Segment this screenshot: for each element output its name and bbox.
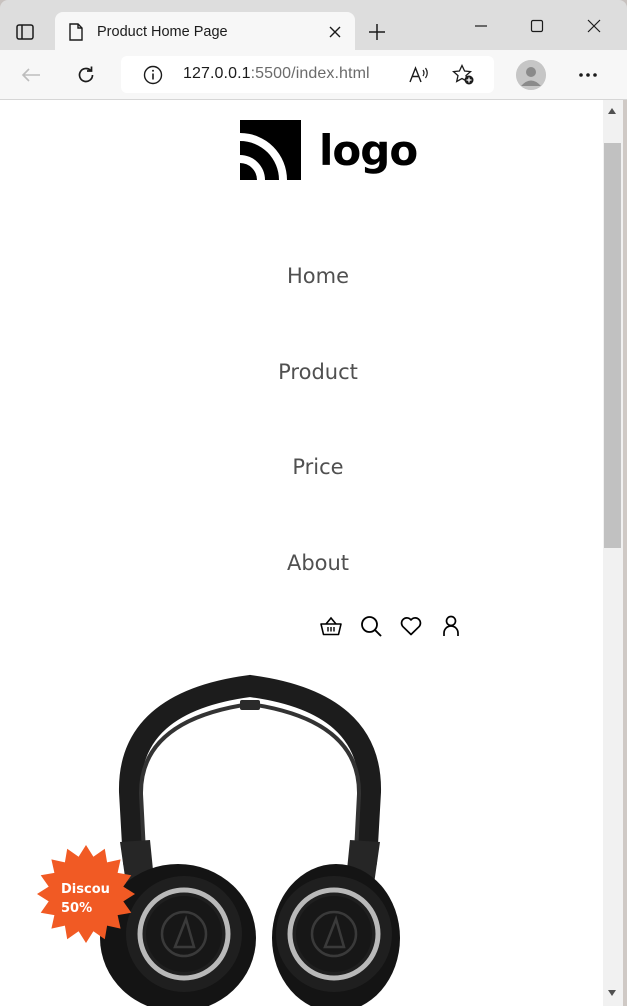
maximize-icon xyxy=(530,19,544,33)
page-scrollbar[interactable] xyxy=(603,100,623,1006)
info-icon xyxy=(143,65,163,85)
scroll-up-arrow[interactable] xyxy=(608,108,616,114)
close-window-button[interactable] xyxy=(579,14,609,38)
url-path: :5500/index.html xyxy=(250,65,370,82)
address-bar[interactable]: 127.0.0.1:5500/index.html xyxy=(121,56,494,93)
site-logo[interactable]: logo xyxy=(240,120,418,180)
more-options-button[interactable] xyxy=(573,61,603,89)
heart-icon[interactable] xyxy=(400,614,422,638)
refresh-button[interactable] xyxy=(71,61,101,89)
tab-actions-icon xyxy=(16,24,34,40)
basket-icon[interactable] xyxy=(320,614,342,638)
page-icon xyxy=(69,23,83,41)
plus-icon xyxy=(369,24,385,40)
profile-avatar[interactable] xyxy=(516,60,546,90)
minimize-button[interactable] xyxy=(466,14,496,38)
nav-about[interactable]: About xyxy=(0,551,603,575)
address-text: 127.0.0.1:5500/index.html xyxy=(183,65,370,83)
url-host: 127.0.0.1 xyxy=(183,65,251,82)
more-icon xyxy=(579,73,597,77)
back-button[interactable] xyxy=(16,61,46,89)
logo-text: logo xyxy=(319,125,418,175)
minimize-icon xyxy=(475,25,487,27)
nav-home[interactable]: Home xyxy=(0,264,603,288)
browser-titlebar: Product Home Page xyxy=(0,0,627,52)
discount-text: Discou 50% xyxy=(61,880,110,918)
new-tab-button[interactable] xyxy=(364,19,390,45)
search-icon[interactable] xyxy=(360,614,382,638)
nav-price[interactable]: Price xyxy=(0,455,603,479)
scroll-thumb[interactable] xyxy=(604,143,621,548)
header-icons xyxy=(320,614,462,638)
headphones-image xyxy=(100,674,400,1006)
maximize-button[interactable] xyxy=(522,14,552,38)
close-icon xyxy=(587,19,601,33)
page-viewport: logo Home Product Price About Discou 50% xyxy=(0,100,603,1006)
discount-value: 50% xyxy=(61,901,93,916)
close-icon xyxy=(329,26,341,38)
discount-label: Discou xyxy=(61,882,110,897)
user-avatar-icon xyxy=(516,60,546,90)
nav-product[interactable]: Product xyxy=(0,360,603,384)
logo-icon xyxy=(240,120,301,180)
arrow-left-icon xyxy=(21,68,40,82)
tab-active[interactable]: Product Home Page xyxy=(55,12,355,52)
tab-close-button[interactable] xyxy=(325,22,345,42)
tab-actions-button[interactable] xyxy=(12,20,38,44)
refresh-icon xyxy=(78,66,94,83)
tab-title: Product Home Page xyxy=(97,24,228,40)
read-aloud-icon[interactable] xyxy=(408,65,430,85)
user-icon[interactable] xyxy=(440,614,462,638)
scroll-down-arrow[interactable] xyxy=(608,990,616,996)
window-edge xyxy=(623,100,627,1006)
favorite-add-icon[interactable] xyxy=(452,64,476,86)
